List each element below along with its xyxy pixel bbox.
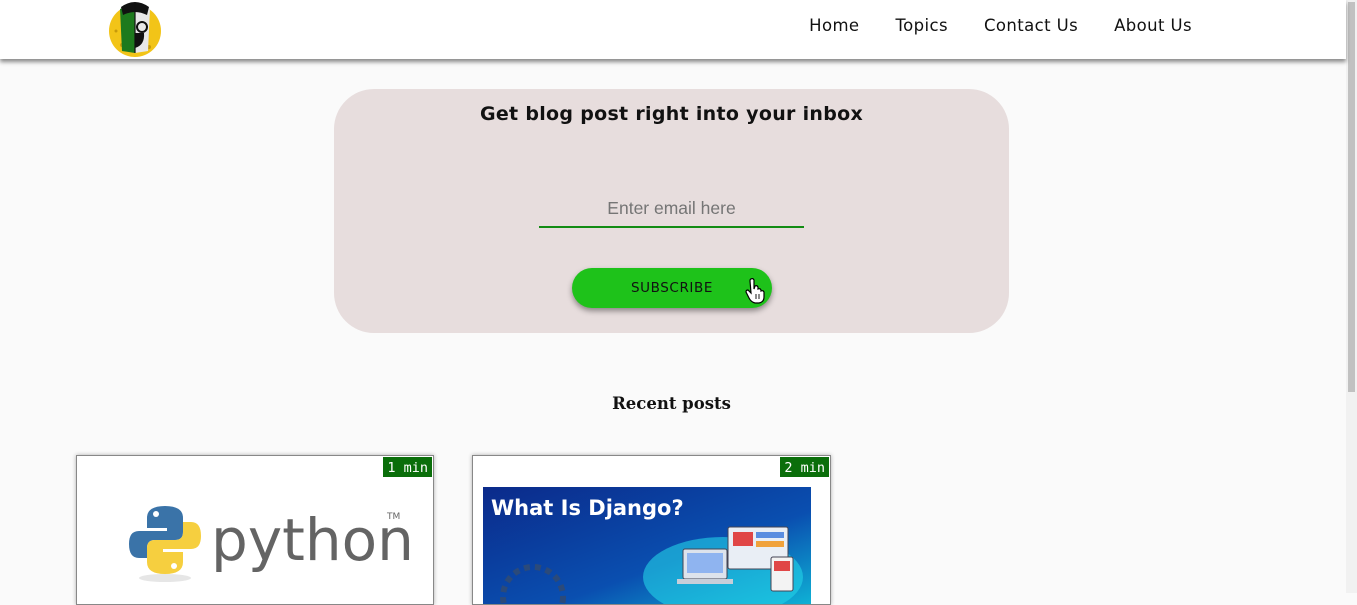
read-time-badge: 2 min — [779, 456, 830, 478]
newsletter-box: Get blog post right into your inbox SUBS… — [334, 89, 1009, 333]
post-card[interactable]: 1 min python TM — [76, 455, 434, 605]
nav-menu: Home Topics Contact Us About Us — [773, 16, 1192, 35]
nav-contact-link[interactable]: Contact Us — [984, 16, 1078, 35]
scrollbar-thumb[interactable] — [1348, 2, 1355, 392]
hand-pointer-cursor-icon — [745, 278, 767, 304]
page-scrollbar[interactable] — [1346, 0, 1357, 593]
newsletter-title: Get blog post right into your inbox — [479, 103, 864, 125]
top-navbar: Home Topics Contact Us About Us — [0, 0, 1346, 59]
django-title-text: What Is Django? — [491, 496, 684, 520]
nav-topics-link[interactable]: Topics — [895, 16, 948, 35]
email-input[interactable] — [539, 191, 804, 228]
post-card[interactable]: 2 min What Is Django? — [472, 455, 831, 605]
python-logo-text: python — [211, 506, 414, 574]
nav-about-link[interactable]: About Us — [1114, 16, 1192, 35]
recent-posts-heading: Recent posts — [612, 394, 731, 413]
subscribe-button[interactable]: SUBSCRIBE — [572, 268, 772, 308]
nav-home-link[interactable]: Home — [809, 16, 859, 35]
avatar-logo-icon[interactable] — [107, 1, 163, 58]
svg-text:TM: TM — [386, 512, 400, 522]
python-logo-icon: python TM — [77, 456, 433, 604]
django-post-image: What Is Django? — [483, 487, 811, 604]
read-time-badge: 1 min — [382, 456, 433, 478]
